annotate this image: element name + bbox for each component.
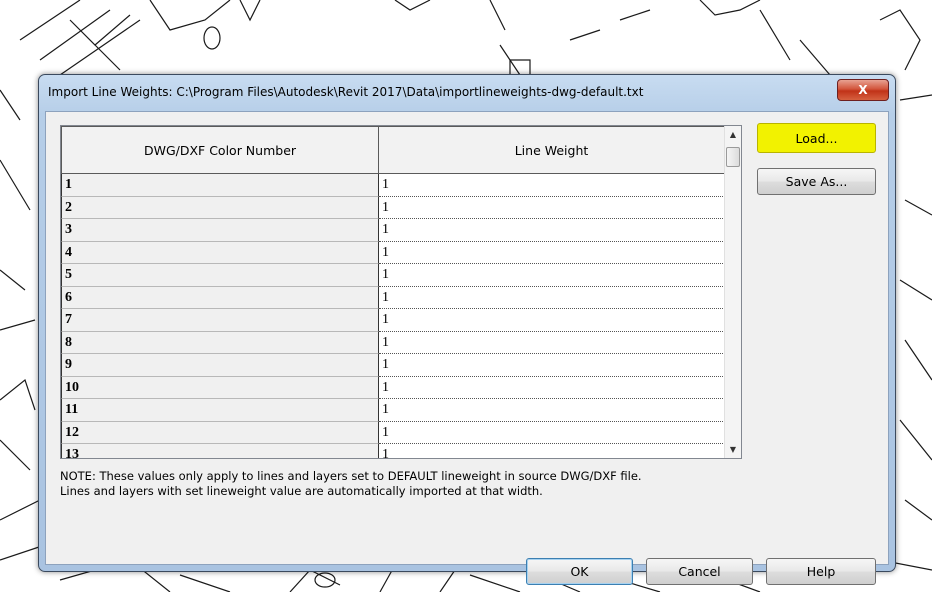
table-row[interactable]: 81 <box>61 331 725 354</box>
color-number-cell: 9 <box>61 354 379 377</box>
table-row[interactable]: 13 1 <box>61 444 725 458</box>
color-number-cell: 4 <box>61 241 379 264</box>
table-row[interactable]: 71 <box>61 309 725 332</box>
line-weight-cell[interactable]: 1 <box>379 309 725 332</box>
save-as-button[interactable]: Save As... <box>757 168 876 195</box>
note-text: NOTE: These values only apply to lines a… <box>60 469 740 499</box>
table-vertical-scrollbar[interactable]: ▲ ▼ <box>724 126 741 458</box>
line-weight-cell[interactable]: 1 <box>379 444 725 458</box>
table-row[interactable]: 41 <box>61 241 725 264</box>
dialog-titlebar[interactable]: Import Line Weights: C:\Program Files\Au… <box>39 75 895 111</box>
color-number-cell: 7 <box>61 309 379 332</box>
line-weight-cell[interactable]: 1 <box>379 196 725 219</box>
scroll-up-icon[interactable]: ▲ <box>725 126 741 143</box>
color-number-cell: 8 <box>61 331 379 354</box>
table-body: 11 21 31 41 51 61 71 81 91 10 1 11 1 12 1 1… <box>61 174 725 458</box>
dialog-client-area: DWG/DXF Color Number Line Weight 11 21 3… <box>45 111 889 585</box>
line-weight-cell[interactable]: 1 <box>379 354 725 377</box>
dialog-title: Import Line Weights: C:\Program Files\Au… <box>48 85 644 99</box>
color-number-cell: 6 <box>61 286 379 309</box>
line-weight-cell[interactable]: 1 <box>379 219 725 242</box>
import-line-weights-dialog: Import Line Weights: C:\Program Files\Au… <box>38 74 896 585</box>
load-button[interactable]: Load... <box>757 123 876 153</box>
line-weight-cell[interactable]: 1 <box>379 286 725 309</box>
color-number-cell: 2 <box>61 196 379 219</box>
table-row[interactable]: 12 1 <box>61 421 725 444</box>
scrollbar-thumb[interactable] <box>726 147 740 167</box>
cancel-button[interactable]: Cancel <box>646 558 753 585</box>
line-weight-cell[interactable]: 1 <box>379 421 725 444</box>
color-number-cell: 10 <box>61 376 379 399</box>
header-color-number[interactable]: DWG/DXF Color Number <box>61 126 379 174</box>
line-weight-cell[interactable]: 1 <box>379 399 725 422</box>
line-weight-cell[interactable]: 1 <box>379 376 725 399</box>
color-number-cell: 5 <box>61 264 379 287</box>
color-number-cell: 11 <box>61 399 379 422</box>
line-weight-cell[interactable]: 1 <box>379 174 725 197</box>
table-row[interactable]: 11 1 <box>61 399 725 422</box>
table-row[interactable]: 51 <box>61 264 725 287</box>
help-button[interactable]: Help <box>766 558 876 585</box>
table-row[interactable]: 91 <box>61 354 725 377</box>
line-weight-cell[interactable]: 1 <box>379 241 725 264</box>
line-weight-cell[interactable]: 1 <box>379 331 725 354</box>
color-number-cell: 1 <box>61 174 379 197</box>
ok-button[interactable]: OK <box>526 558 633 585</box>
line-weight-cell[interactable]: 1 <box>379 264 725 287</box>
table-row[interactable]: 10 1 <box>61 376 725 399</box>
line-weight-table: DWG/DXF Color Number Line Weight 11 21 3… <box>60 125 742 459</box>
header-line-weight[interactable]: Line Weight <box>379 126 725 174</box>
color-number-cell: 3 <box>61 219 379 242</box>
table-row[interactable]: 31 <box>61 219 725 242</box>
note-line-2: Lines and layers with set lineweight val… <box>60 484 543 498</box>
table-header: DWG/DXF Color Number Line Weight <box>61 126 725 174</box>
scroll-down-icon[interactable]: ▼ <box>725 441 741 458</box>
table-row[interactable]: 11 <box>61 174 725 197</box>
close-button[interactable]: X <box>837 79 889 101</box>
color-number-cell: 13 <box>61 444 379 458</box>
close-icon: X <box>858 83 868 97</box>
table-row[interactable]: 61 <box>61 286 725 309</box>
table-row[interactable]: 21 <box>61 196 725 219</box>
note-line-1: NOTE: These values only apply to lines a… <box>60 469 642 483</box>
color-number-cell: 12 <box>61 421 379 444</box>
